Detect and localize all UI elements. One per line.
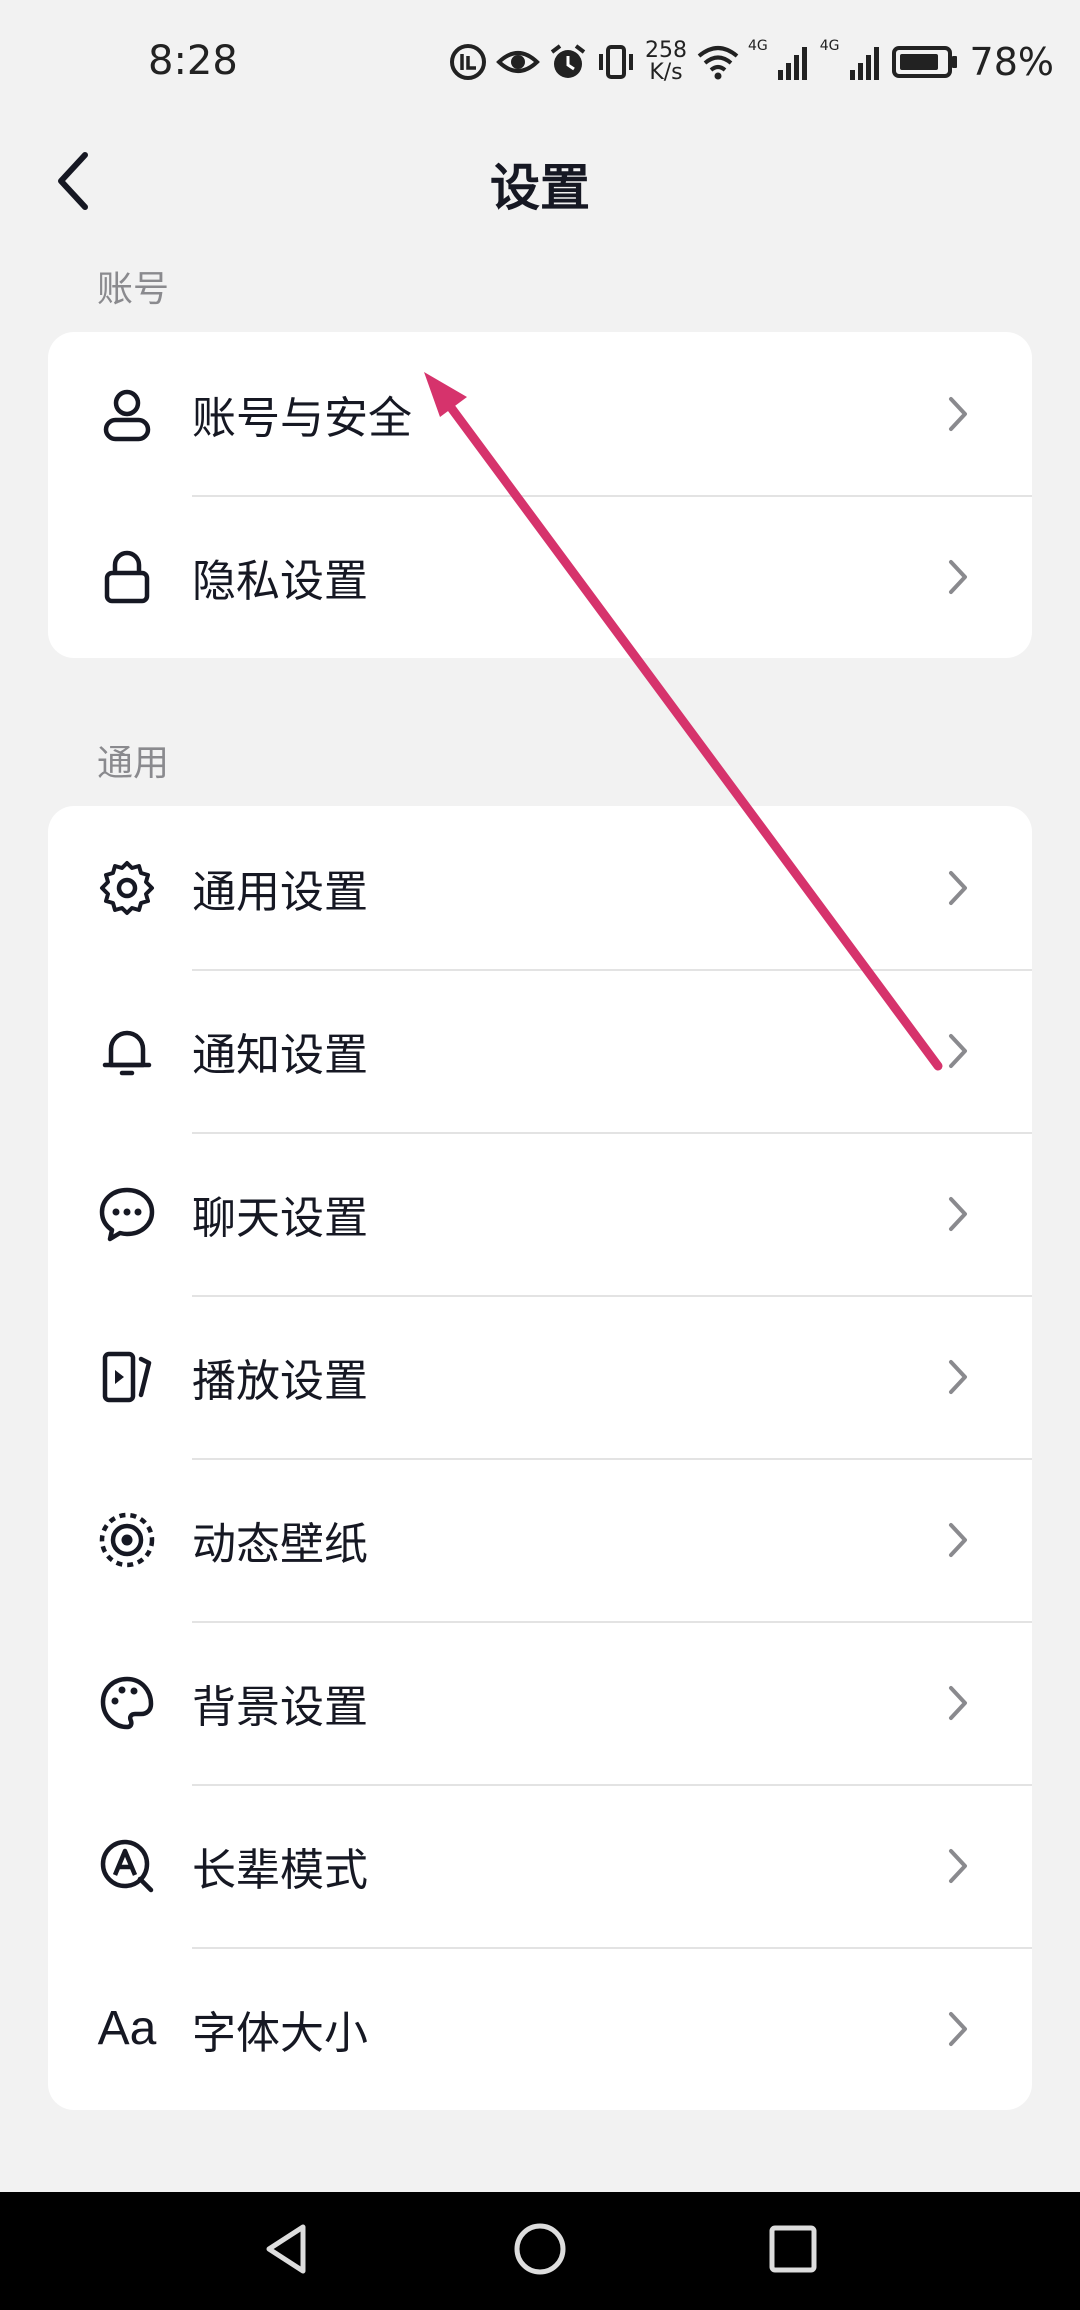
status-icons: 258 K/s 4G 4G 78% — [448, 34, 1054, 90]
network-speed-value: 258 — [645, 38, 687, 63]
chevron-right-icon — [938, 1846, 978, 1886]
play-screen-icon — [95, 1345, 159, 1409]
font-size-icon-text: Aa — [97, 2002, 157, 2055]
chevron-right-icon — [938, 1031, 978, 1071]
network-speed-unit: K/s — [649, 60, 683, 85]
data-saver-icon — [450, 44, 486, 80]
page-title: 设置 — [490, 159, 590, 217]
live-wallpaper-icon — [95, 1508, 159, 1572]
section-label-account: 账号 — [97, 269, 170, 310]
gear-icon — [95, 856, 159, 920]
chevron-right-icon — [938, 868, 978, 908]
row-privacy-settings[interactable]: 隐私设置 — [48, 495, 1032, 658]
signal-icon — [777, 47, 807, 80]
palette-icon — [95, 1671, 159, 1735]
nav-back-button[interactable] — [257, 2219, 317, 2283]
row-label: 通知设置 — [192, 1029, 368, 1081]
battery-icon — [891, 46, 957, 78]
row-elder-mode[interactable]: 长辈模式 — [48, 1784, 1032, 1947]
chat-bubble-icon — [95, 1182, 159, 1246]
person-icon — [95, 382, 159, 446]
row-font-size[interactable]: Aa 字体大小 — [48, 1947, 1032, 2110]
vibrate-icon — [599, 45, 633, 79]
wifi-icon — [697, 46, 739, 80]
chevron-right-icon — [938, 1194, 978, 1234]
row-label: 聊天设置 — [192, 1192, 368, 1244]
network-type-label: 4G — [748, 38, 768, 54]
row-live-wallpaper[interactable]: 动态壁纸 — [48, 1458, 1032, 1621]
row-label: 通用设置 — [192, 866, 368, 918]
battery-percentage: 78% — [969, 40, 1054, 84]
nav-home-button[interactable] — [510, 2219, 570, 2283]
signal-icon — [849, 47, 879, 80]
chevron-right-icon — [938, 1357, 978, 1397]
elder-mode-icon — [95, 1834, 159, 1898]
row-playback-settings[interactable]: 播放设置 — [48, 1295, 1032, 1458]
triangle-back-icon — [266, 2224, 306, 2274]
bell-icon — [95, 1019, 159, 1083]
network-type-label: 4G — [819, 38, 840, 54]
general-card: 通用设置 通知设置 聊天设置 播放设置 动态壁纸 背景设置 长辈模式 Aa 字体… — [48, 806, 1032, 2110]
header: 设置 — [0, 120, 1080, 244]
row-label: 背景设置 — [192, 1681, 368, 1733]
row-chat-settings[interactable]: 聊天设置 — [48, 1132, 1032, 1295]
row-label: 字体大小 — [192, 2007, 368, 2059]
system-navigation-bar — [0, 2192, 1080, 2310]
row-notification-settings[interactable]: 通知设置 — [48, 969, 1032, 1132]
row-general-settings[interactable]: 通用设置 — [48, 806, 1032, 969]
row-label: 长辈模式 — [192, 1844, 368, 1896]
row-account-security[interactable]: 账号与安全 — [48, 332, 1032, 495]
row-background-settings[interactable]: 背景设置 — [48, 1621, 1032, 1784]
chevron-right-icon — [938, 2009, 978, 2049]
row-label: 动态壁纸 — [192, 1518, 368, 1570]
font-size-icon: Aa — [95, 1997, 159, 2061]
chevron-right-icon — [938, 394, 978, 434]
lock-icon — [95, 545, 159, 609]
nav-recents-button[interactable] — [763, 2219, 823, 2283]
status-time: 8:28 — [148, 38, 238, 84]
section-label-general: 通用 — [97, 743, 170, 784]
account-card: 账号与安全 隐私设置 — [48, 332, 1032, 658]
row-label: 播放设置 — [192, 1355, 368, 1407]
chevron-right-icon — [938, 557, 978, 597]
network-speed: 258 K/s — [644, 40, 688, 84]
status-bar: 8:28 258 K/s 4G 4G 78% — [0, 0, 1080, 120]
eye-icon — [496, 51, 540, 73]
row-label: 隐私设置 — [192, 555, 368, 607]
alarm-icon — [550, 44, 586, 78]
row-label: 账号与安全 — [192, 392, 412, 444]
chevron-right-icon — [938, 1520, 978, 1560]
circle-home-icon — [514, 2223, 566, 2275]
square-recents-icon — [769, 2225, 817, 2273]
chevron-right-icon — [938, 1683, 978, 1723]
